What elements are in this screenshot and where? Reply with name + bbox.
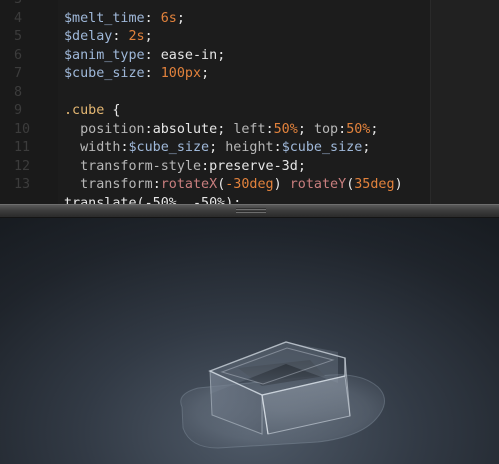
code-token: rotateX [160, 177, 218, 192]
code-token: position [64, 121, 145, 137]
line-number: 6 [14, 47, 23, 63]
code-token: rotateY [289, 177, 347, 192]
code-token: : [144, 10, 161, 26]
code-token: ; [297, 121, 314, 137]
code-token: 50% [346, 121, 371, 137]
code-line[interactable]: 5 $delay: 2s; [0, 28, 431, 47]
pane-resize-divider[interactable] [0, 204, 499, 218]
line-number: 9 [14, 103, 23, 118]
editor-scroll-track[interactable] [431, 0, 499, 204]
code-token: ; [370, 121, 379, 137]
code-text: $cube_size: 100px; [64, 65, 209, 84]
code-token: 2s [128, 29, 145, 44]
code-token: transform-style [64, 158, 202, 174]
line-number: 5 [14, 29, 23, 44]
line-number: 11 [14, 140, 31, 155]
code-token: $cube_size [64, 66, 145, 81]
code-line[interactable]: 13 transform:rotateX(-30deg) rotateY(35d… [0, 176, 431, 195]
line-number: 13 [14, 177, 31, 192]
code-token: ; [209, 140, 226, 155]
code-token: : [112, 29, 129, 44]
code-text: .cube { [64, 102, 120, 121]
code-editor[interactable]: 34 $melt_time: 6s; 5 $delay: 2s; 6 $anim_type… [0, 0, 499, 204]
code-token: 50% [273, 121, 298, 137]
code-text: translate(-50%, -50%); [64, 195, 241, 205]
code-line[interactable]: 12 transform-style:preserve-3d; [0, 158, 431, 177]
code-text: transform-style:preserve-3d; [64, 158, 306, 177]
code-token: $delay [64, 29, 113, 44]
code-token: preserve-3d [209, 158, 298, 174]
code-text: $delay: 2s; [64, 28, 153, 47]
code-token: ; [176, 10, 185, 26]
code-token: : [338, 121, 347, 137]
code-text: $melt_time: 6s; [64, 10, 185, 29]
line-number: 4 [14, 10, 23, 26]
code-token: : [273, 140, 282, 155]
code-token: top [313, 121, 339, 137]
code-token: 100px [160, 66, 202, 81]
line-number: 8 [14, 84, 23, 100]
code-token: ; [362, 140, 371, 155]
code-line[interactable]: translate(-50%, -50%); [0, 195, 431, 205]
code-lines: 34 $melt_time: 6s; 5 $delay: 2s; 6 $anim_type… [0, 0, 431, 204]
code-token: ; [217, 47, 226, 63]
code-token: : [120, 140, 129, 155]
line-number: 7 [14, 66, 23, 81]
code-token: transform [64, 177, 153, 192]
code-token: $cube_size [128, 140, 210, 155]
code-token: width [64, 140, 121, 155]
code-token: $cube_size [281, 140, 363, 155]
code-token: 6s [160, 10, 177, 26]
code-token: : [265, 121, 274, 137]
code-token: ) [273, 177, 290, 192]
code-token: : [152, 177, 161, 192]
code-token: absolute [152, 121, 218, 137]
code-token: { [104, 103, 121, 118]
code-token: -30deg [225, 177, 274, 192]
code-token: left [233, 121, 266, 137]
line-number: 10 [14, 121, 31, 137]
code-token: ; [297, 158, 306, 174]
code-text: position:absolute; left:50%; top:50%; [64, 121, 378, 140]
code-token: : [144, 47, 161, 63]
code-token: ease-in [160, 47, 218, 63]
code-text: $anim_type: ease-in; [64, 47, 225, 66]
code-line[interactable]: 6 $anim_type: ease-in; [0, 47, 431, 66]
resize-grip-icon [236, 208, 266, 214]
code-text: transform:rotateX(-30deg) rotateY(35deg) [64, 176, 403, 195]
code-line[interactable]: 7 $cube_size: 100px; [0, 65, 431, 84]
code-token: .cube [64, 103, 105, 118]
code-token: ; [217, 121, 234, 137]
code-token: ; [144, 29, 153, 44]
line-number: 3 [14, 0, 54, 10]
code-token: ) [394, 177, 403, 192]
render-preview [0, 218, 499, 464]
code-token: $anim_type [64, 47, 145, 63]
code-token: $melt_time [64, 10, 145, 26]
cube-preview-canvas [180, 341, 385, 449]
code-token: height [225, 140, 274, 155]
code-line[interactable]: 9 .cube { [0, 102, 431, 121]
code-line[interactable]: 11 width:$cube_size; height:$cube_size; [0, 139, 431, 158]
code-line[interactable]: 8 [0, 84, 431, 103]
code-token: 35deg [354, 177, 395, 192]
code-line[interactable]: 3 [0, 0, 431, 10]
code-token: : [201, 158, 210, 174]
code-text: width:$cube_size; height:$cube_size; [64, 139, 370, 158]
code-token: : [144, 121, 153, 137]
code-line[interactable]: 10 position:absolute; left:50%; top:50%; [0, 121, 431, 140]
code-line[interactable]: 4 $melt_time: 6s; [0, 10, 431, 29]
line-number: 12 [14, 158, 31, 174]
code-token: ; [201, 66, 210, 81]
code-token: translate(-50%, -50%); [64, 195, 242, 205]
code-token: : [144, 66, 161, 81]
